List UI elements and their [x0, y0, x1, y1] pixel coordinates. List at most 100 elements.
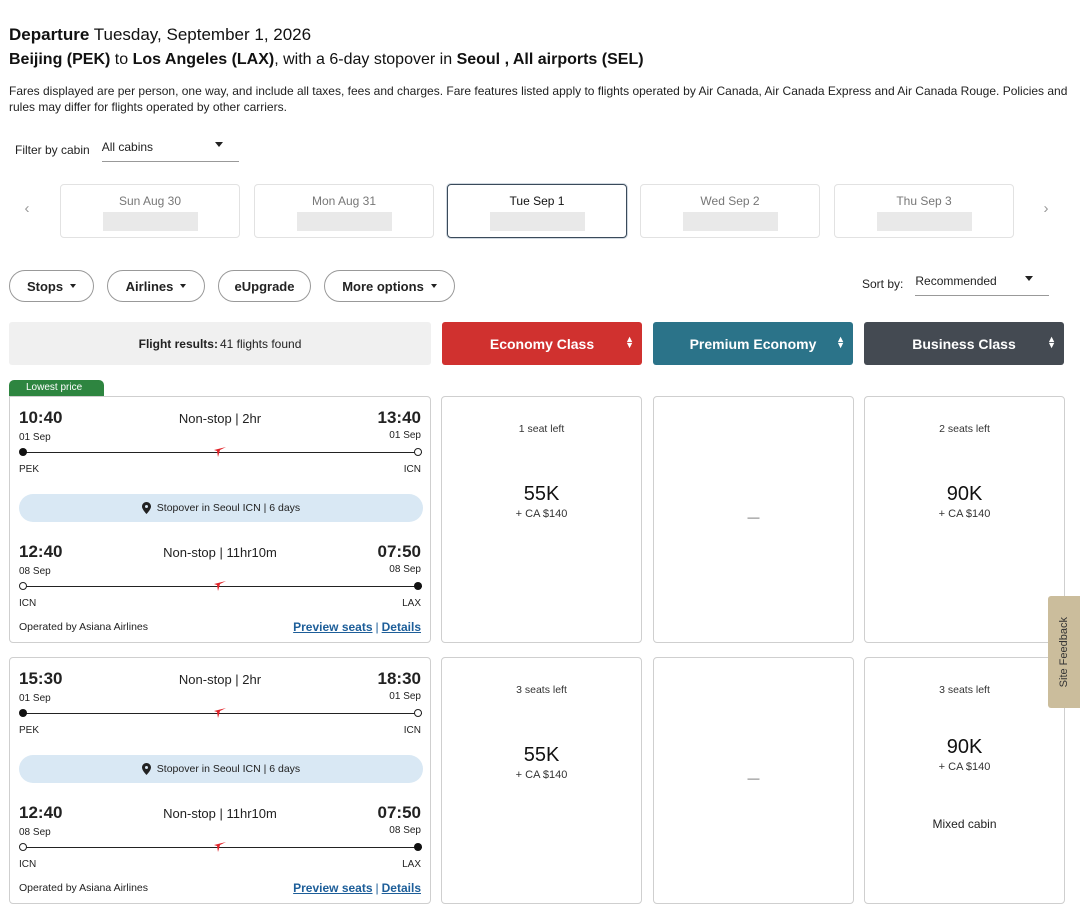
- origin-dot: [19, 843, 27, 851]
- destination-dot: [414, 448, 422, 456]
- arrival-date: 01 Sep: [389, 430, 421, 441]
- business-class-header[interactable]: Business Class ▲ ▼: [864, 322, 1064, 365]
- date-card-mon-aug-31[interactable]: Mon Aug 31: [254, 184, 434, 238]
- segment-info: Non-stop | 11hr10m: [163, 806, 277, 821]
- date-card-wed-sep-2[interactable]: Wed Sep 2: [640, 184, 820, 238]
- fare-note: Fares displayed are per person, one way,…: [9, 84, 1068, 114]
- departure-time: 15:30: [19, 669, 63, 688]
- flight-segment-outbound: 10:40 Non-stop | 2hr 13:40 01 Sep 01 Sep…: [10, 408, 430, 478]
- eupgrade-label: eUpgrade: [234, 278, 295, 294]
- operated-by: Operated by Asiana Airlines: [19, 621, 148, 633]
- site-feedback-tab[interactable]: Site Feedback: [1048, 596, 1080, 708]
- sort-control: Sort by: Recommended: [862, 272, 1050, 296]
- flight-card: 10:40 Non-stop | 2hr 13:40 01 Sep 01 Sep…: [9, 396, 431, 643]
- date-card-tue-sep-1[interactable]: Tue Sep 1: [447, 184, 627, 238]
- arrival-time: 07:50: [377, 542, 421, 561]
- unavailable-dash: —: [747, 771, 760, 785]
- flight-links: Preview seats | Details: [293, 881, 421, 895]
- business-fare-card[interactable]: 3 seats left 90K + CA $140 Mixed cabin: [864, 657, 1065, 904]
- destination: Los Angeles (LAX): [132, 51, 275, 68]
- business-fare-card[interactable]: 2 seats left 90K + CA $140: [864, 396, 1065, 643]
- economy-fare-card[interactable]: 1 seat left 55K + CA $140: [441, 396, 642, 643]
- sort-label: Sort by:: [862, 277, 904, 291]
- departure-label: Departure: [9, 25, 90, 44]
- departure-date: 08 Sep: [19, 566, 51, 577]
- departure-airport: ICN: [19, 859, 37, 870]
- arrival-time: 07:50: [377, 803, 421, 822]
- departure-date: 01 Sep: [19, 432, 51, 443]
- price-placeholder: [296, 212, 392, 231]
- premium-economy-fare-card: —: [653, 657, 854, 904]
- details-link[interactable]: Details: [382, 881, 421, 895]
- operated-by: Operated by Asiana Airlines: [19, 882, 148, 894]
- fare-fee: + CA $140: [938, 761, 991, 773]
- arrival-time: 18:30: [377, 669, 421, 688]
- departure-airport: ICN: [19, 598, 37, 609]
- eupgrade-filter-button[interactable]: eUpgrade: [218, 270, 311, 302]
- preview-seats-link[interactable]: Preview seats: [293, 881, 372, 895]
- premium-economy-label: Premium Economy: [689, 335, 817, 352]
- departure-airport: PEK: [19, 725, 40, 736]
- premium-economy-header[interactable]: Premium Economy ▲ ▼: [653, 322, 853, 365]
- chevron-down-icon: [1025, 276, 1034, 281]
- more-options-button[interactable]: More options: [324, 270, 455, 302]
- segment-info: Non-stop | 11hr10m: [163, 545, 277, 560]
- cabin-filter-select[interactable]: All cabins: [101, 138, 239, 162]
- fare-fee: + CA $140: [515, 508, 568, 520]
- prev-dates-button[interactable]: ‹: [17, 200, 37, 217]
- stopover-text: Stopover in Seoul ICN | 6 days: [156, 763, 301, 775]
- seats-left: 1 seat left: [518, 423, 565, 435]
- business-class-label: Business Class: [912, 335, 1016, 352]
- seats-left: 3 seats left: [516, 684, 567, 696]
- origin-dot: [19, 448, 27, 456]
- airlines-filter-button[interactable]: Airlines: [107, 270, 205, 302]
- page-title: Departure Tuesday, September 1, 2026: [9, 25, 311, 45]
- economy-class-header[interactable]: Economy Class ▲ ▼: [442, 322, 642, 365]
- fare-points: 55K: [523, 483, 560, 505]
- date-card-thu-sep-3[interactable]: Thu Sep 3: [834, 184, 1014, 238]
- departure-date: Tuesday, September 1, 2026: [93, 25, 312, 44]
- arrival-airport: ICN: [403, 725, 421, 736]
- fare-fee: + CA $140: [938, 508, 991, 520]
- arrival-airport: ICN: [403, 464, 421, 475]
- stopover-banner: Stopover in Seoul ICN | 6 days: [19, 755, 423, 783]
- results-count: 41 flights found: [219, 336, 302, 351]
- flight-card: 15:30 Non-stop | 2hr 18:30 01 Sep 01 Sep…: [9, 657, 431, 904]
- stops-filter-button[interactable]: Stops: [9, 270, 94, 302]
- sort-arrows-icon: ▲ ▼: [1047, 334, 1056, 350]
- link-separator: |: [375, 620, 379, 634]
- price-placeholder: [682, 212, 778, 231]
- arrival-date: 08 Sep: [389, 564, 421, 575]
- unavailable-dash: —: [747, 510, 760, 524]
- flight-segment-outbound: 15:30 Non-stop | 2hr 18:30 01 Sep 01 Sep…: [10, 669, 430, 739]
- next-dates-button[interactable]: ›: [1036, 200, 1056, 217]
- results-label: Flight results:: [138, 336, 218, 351]
- preview-seats-link[interactable]: Preview seats: [293, 620, 372, 634]
- economy-fare-card[interactable]: 3 seats left 55K + CA $140: [441, 657, 642, 904]
- stops-label: Stops: [26, 278, 64, 294]
- departure-airport: PEK: [19, 464, 40, 475]
- sort-select[interactable]: Recommended: [915, 272, 1050, 296]
- fare-points: 90K: [946, 483, 983, 505]
- sort-arrows-icon: ▲ ▼: [625, 334, 634, 350]
- departure-time: 12:40: [19, 803, 63, 822]
- date-label: Mon Aug 31: [311, 194, 377, 208]
- price-placeholder: [102, 212, 198, 231]
- departure-date: 01 Sep: [19, 693, 51, 704]
- date-card-sun-aug-30[interactable]: Sun Aug 30: [60, 184, 240, 238]
- departure-time: 10:40: [19, 408, 63, 427]
- arrival-date: 01 Sep: [389, 691, 421, 702]
- route-to: to: [114, 51, 129, 68]
- destination-dot: [414, 582, 422, 590]
- flight-segment-onward: 12:40 Non-stop | 11hr10m 07:50 08 Sep 08…: [10, 542, 430, 612]
- departure-time: 12:40: [19, 542, 63, 561]
- location-pin-icon: [141, 763, 151, 775]
- mixed-cabin-note: Mixed cabin: [932, 817, 997, 831]
- details-link[interactable]: Details: [382, 620, 421, 634]
- origin-dot: [19, 582, 27, 590]
- economy-class-label: Economy Class: [489, 335, 595, 352]
- chevron-down-icon: [70, 284, 77, 288]
- date-label: Sun Aug 30: [118, 194, 182, 208]
- destination-dot: [414, 843, 422, 851]
- arrival-time: 13:40: [377, 408, 421, 427]
